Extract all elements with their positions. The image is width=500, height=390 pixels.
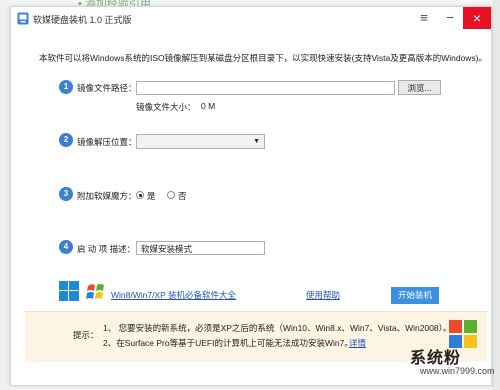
status-bar xyxy=(11,373,491,385)
addon-no-radio[interactable] xyxy=(167,191,175,199)
title-bar: 软媒硬盘装机 1.0 正式版 ≡ − × xyxy=(11,7,491,31)
watermark-text: 系统粉 xyxy=(410,350,462,367)
browse-button[interactable]: 浏览... xyxy=(398,80,441,95)
image-path-input[interactable] xyxy=(136,81,395,95)
app-icon xyxy=(17,12,29,25)
close-icon[interactable]: × xyxy=(463,7,491,29)
menu-icon[interactable]: ≡ xyxy=(411,7,437,29)
addon-no-label[interactable]: 否 xyxy=(178,190,187,202)
image-path-label: 镜像文件路径： xyxy=(77,83,137,93)
watermark-url: www.win7999.com xyxy=(420,366,495,376)
help-link[interactable]: 使用帮助 xyxy=(306,289,340,301)
tips-label: 提示： xyxy=(73,330,99,340)
boot-description-input[interactable]: 软媒安装模式 xyxy=(136,241,265,255)
extract-location-label: 镜像解压位置： xyxy=(77,137,137,147)
chevron-down-icon: ▼ xyxy=(253,138,260,145)
background-left-strip xyxy=(0,0,10,390)
start-install-button[interactable]: 开始装机 xyxy=(391,287,439,304)
window-title: 软媒硬盘装机 1.0 正式版 xyxy=(33,15,132,25)
addon-yes-radio[interactable] xyxy=(136,191,144,199)
background-right-strip xyxy=(492,0,500,390)
image-size-value: 0 M xyxy=(201,101,216,111)
tip-line-1: 1、 您要安装的新系统，必须是XP之后的系统（Win10、Win8.x、Win7… xyxy=(103,323,452,333)
minimize-icon[interactable]: − xyxy=(437,7,463,29)
step-1-badge: 1 xyxy=(59,80,73,94)
addon-yes-label[interactable]: 是 xyxy=(147,190,156,202)
software-collection-link[interactable]: Win8/Win7/XP 装机必备软件大全 xyxy=(111,289,236,301)
step-4-badge: 4 xyxy=(59,240,73,254)
extract-location-select[interactable]: ▼ xyxy=(136,134,265,149)
step-3-badge: 3 xyxy=(59,187,73,201)
tip-line-2: 2、在Surface Pro等基于UEFI的计算机上可能无法成功安装Win7。 xyxy=(103,338,353,348)
step-2-badge: 2 xyxy=(59,133,73,147)
details-link[interactable]: 详情 xyxy=(349,337,366,349)
app-window: 软媒硬盘装机 1.0 正式版 ≡ − × 本软件可以将Windows系统的ISO… xyxy=(10,6,492,386)
boot-description-label: 启 动 项 描述： xyxy=(77,244,136,254)
windows-xp-logo-icon[interactable] xyxy=(86,282,106,301)
addon-label: 附加软媒魔方： xyxy=(77,191,137,201)
windows8-logo-icon[interactable] xyxy=(59,281,79,301)
intro-text: 本软件可以将Windows系统的ISO镜像解压到某磁盘分区根目录下，以实现快速安… xyxy=(39,53,488,63)
image-size-label: 镜像文件大小： xyxy=(136,102,196,112)
